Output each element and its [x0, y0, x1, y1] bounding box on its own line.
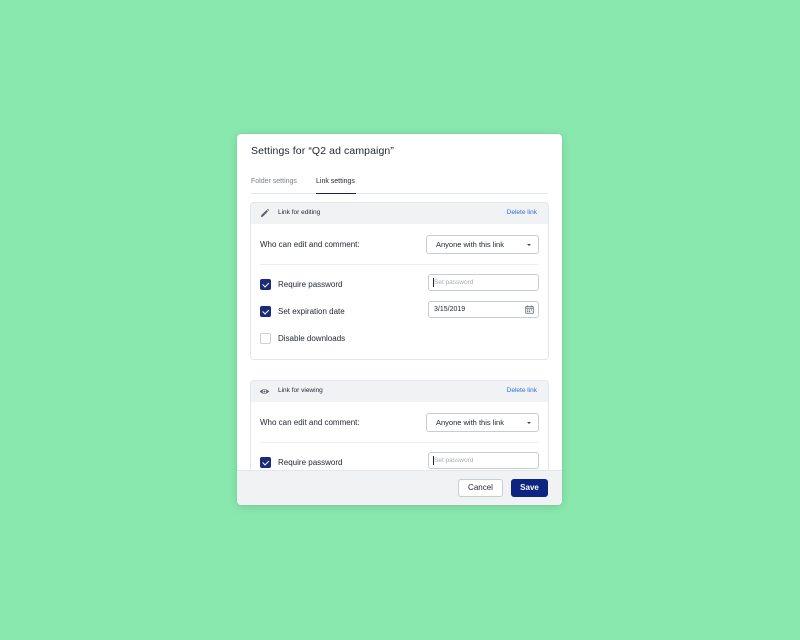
tab-link-settings[interactable]: Link settings — [316, 178, 356, 194]
cancel-button[interactable]: Cancel — [458, 479, 503, 497]
chevron-down-icon — [527, 244, 531, 246]
viewing-require-password-checkbox[interactable] — [260, 457, 271, 468]
viewing-link-header: Link for viewing Delete link — [251, 381, 548, 402]
save-button[interactable]: Save — [511, 479, 548, 497]
viewing-who-row: Who can edit and comment: Anyone with th… — [260, 402, 539, 443]
editing-expiration-date-field[interactable]: 3/15/2019 — [428, 301, 539, 318]
editing-expiration-label: Set expiration date — [278, 307, 345, 316]
editing-require-password-checkbox[interactable] — [260, 279, 271, 290]
chevron-down-icon — [527, 422, 531, 424]
editing-who-label: Who can edit and comment: — [260, 240, 360, 249]
viewing-who-label: Who can edit and comment: — [260, 418, 360, 427]
settings-dialog: Settings for “Q2 ad campaign” Folder set… — [237, 134, 562, 505]
editing-require-password-label: Require password — [278, 280, 343, 289]
editing-link-title: Link for editing — [278, 209, 321, 216]
editing-expiration-checkbox[interactable] — [260, 306, 271, 317]
viewing-who-value: Anyone with this link — [436, 418, 504, 427]
dialog-title: Settings for “Q2 ad campaign” — [251, 145, 394, 157]
tab-folder-settings[interactable]: Folder settings — [251, 178, 297, 192]
editing-link-card: Link for editing Delete link Who can edi… — [250, 202, 549, 360]
expiration-date-value: 3/15/2019 — [434, 306, 466, 313]
text-cursor — [433, 278, 434, 287]
editing-link-header: Link for editing Delete link — [251, 203, 548, 224]
viewing-require-password-label: Require password — [278, 458, 343, 467]
editing-who-value: Anyone with this link — [436, 240, 504, 249]
pencil-icon — [260, 208, 270, 218]
editing-password-field[interactable] — [428, 274, 539, 291]
text-cursor — [433, 456, 434, 465]
editing-who-select[interactable]: Anyone with this link — [426, 235, 539, 254]
delete-viewing-link[interactable]: Delete link — [507, 387, 537, 394]
delete-editing-link[interactable]: Delete link — [507, 209, 537, 216]
viewing-link-title: Link for viewing — [278, 387, 323, 394]
eye-icon — [259, 389, 270, 394]
viewing-link-card: Link for viewing Delete link Who can edi… — [250, 380, 549, 470]
editing-disable-downloads-label: Disable downloads — [278, 334, 346, 343]
editing-disable-downloads-checkbox[interactable] — [260, 333, 271, 344]
editing-who-row: Who can edit and comment: Anyone with th… — [260, 224, 539, 265]
settings-scroll-area[interactable]: Link for editing Delete link Who can edi… — [237, 200, 562, 470]
tab-bar: Folder settings Link settings — [251, 178, 548, 194]
viewing-who-select[interactable]: Anyone with this link — [426, 413, 539, 432]
calendar-icon[interactable] — [525, 305, 534, 314]
dialog-footer: Cancel Save — [237, 470, 562, 505]
viewing-password-field[interactable] — [428, 452, 539, 469]
